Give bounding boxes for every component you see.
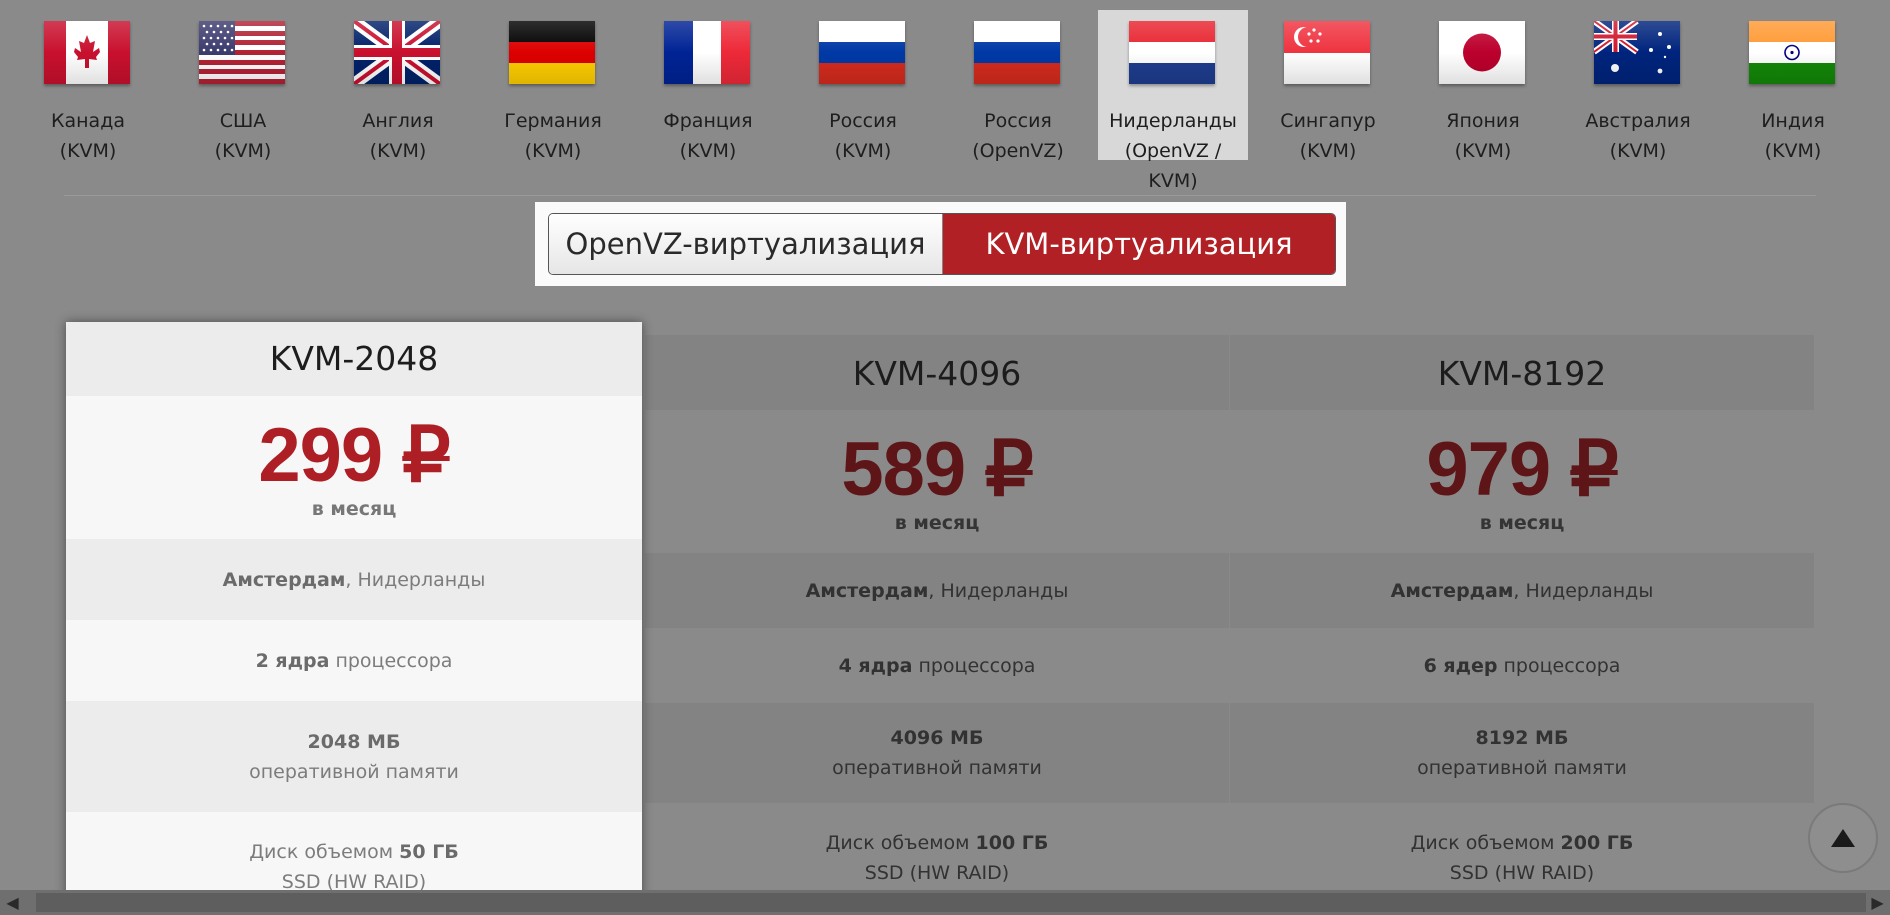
plan-title: KVM-4096 (645, 335, 1229, 410)
plan-ram: 2048 МБ оперативной памяти (66, 701, 642, 812)
country-selector: Канада (KVM) США (KVM) Англия (KVM) Германи… (0, 10, 1890, 192)
canada-flag-icon (44, 21, 130, 84)
scrollbar-thumb[interactable] (36, 893, 1866, 912)
singapore-flag-icon (1284, 21, 1370, 84)
plan-location: Амстердам, Нидерланды (1230, 553, 1814, 628)
virtualization-toggle: OpenVZ-виртуализация KVM-виртуализация (548, 213, 1336, 275)
country-india[interactable]: Индия (KVM) (1718, 10, 1868, 162)
usa-flag-icon (199, 21, 285, 84)
country-netherlands[interactable]: Нидерланды (OpenVZ / KVM) (1098, 10, 1248, 192)
price-period: в месяц (311, 498, 397, 520)
plan-ram: 4096 МБ оперативной памяти (645, 703, 1229, 803)
plan-card-kvm-8192[interactable]: KVM-8192 979 ₽ в месяц Амстердам, Нидерл… (1230, 335, 1814, 913)
plan-card-kvm-4096[interactable]: KVM-4096 589 ₽ в месяц Амстердам, Нидерл… (645, 335, 1229, 913)
country-singapore[interactable]: Сингапур (KVM) (1253, 10, 1403, 162)
plan-price: 979 ₽ (1426, 427, 1618, 512)
virtualization-toggle-panel: OpenVZ-виртуализация KVM-виртуализация (535, 202, 1346, 286)
country-england[interactable]: Англия (KVM) (323, 10, 473, 162)
plan-cpu: 2 ядра процессора (66, 620, 642, 701)
plan-price-block: 299 ₽ в месяц (66, 396, 642, 539)
kvm-tab[interactable]: KVM-виртуализация (943, 214, 1335, 274)
openvz-tab[interactable]: OpenVZ-виртуализация (549, 214, 943, 274)
russia-flag-icon (974, 21, 1060, 84)
plan-cpu: 4 ядра процессора (645, 628, 1229, 703)
plan-title: KVM-8192 (1230, 335, 1814, 410)
country-russia-kvm[interactable]: Россия (KVM) (788, 10, 938, 162)
netherlands-flag-icon (1129, 21, 1215, 84)
plan-price: 589 ₽ (841, 427, 1033, 512)
plan-price-block: 589 ₽ в месяц (645, 410, 1229, 553)
scroll-left-icon[interactable]: ◀ (0, 890, 25, 915)
japan-flag-icon (1439, 21, 1525, 84)
country-canada[interactable]: Канада (KVM) (13, 10, 163, 162)
plan-location: Амстердам, Нидерланды (645, 553, 1229, 628)
price-period: в месяц (1479, 512, 1565, 534)
price-period: в месяц (894, 512, 980, 534)
uk-flag-icon (354, 21, 440, 84)
country-germany[interactable]: Германия (KVM) (478, 10, 628, 162)
plan-price-block: 979 ₽ в месяц (1230, 410, 1814, 553)
plan-price: 299 ₽ (258, 413, 450, 498)
plan-card-kvm-2048[interactable]: KVM-2048 299 ₽ в месяц Амстердам, Нидерл… (66, 322, 642, 915)
scroll-right-icon[interactable]: ▶ (1865, 890, 1890, 915)
country-france[interactable]: Франция (KVM) (633, 10, 783, 162)
divider (64, 195, 1816, 196)
germany-flag-icon (509, 21, 595, 84)
country-australia[interactable]: Австралия (KVM) (1563, 10, 1713, 162)
horizontal-scrollbar[interactable]: ◀ ▶ (0, 890, 1890, 915)
scroll-to-top-button[interactable] (1808, 803, 1878, 873)
arrow-up-icon (1831, 829, 1855, 847)
india-flag-icon (1749, 21, 1835, 84)
plan-title: KVM-2048 (66, 322, 642, 396)
plan-location: Амстердам, Нидерланды (66, 539, 642, 620)
france-flag-icon (664, 21, 750, 84)
plan-cpu: 6 ядер процессора (1230, 628, 1814, 703)
russia-flag-icon (819, 21, 905, 84)
plan-ram: 8192 МБ оперативной памяти (1230, 703, 1814, 803)
country-usa[interactable]: США (KVM) (168, 10, 318, 162)
australia-flag-icon (1594, 21, 1680, 84)
country-russia-openvz[interactable]: Россия (OpenVZ) (943, 10, 1093, 162)
country-japan[interactable]: Япония (KVM) (1408, 10, 1558, 162)
